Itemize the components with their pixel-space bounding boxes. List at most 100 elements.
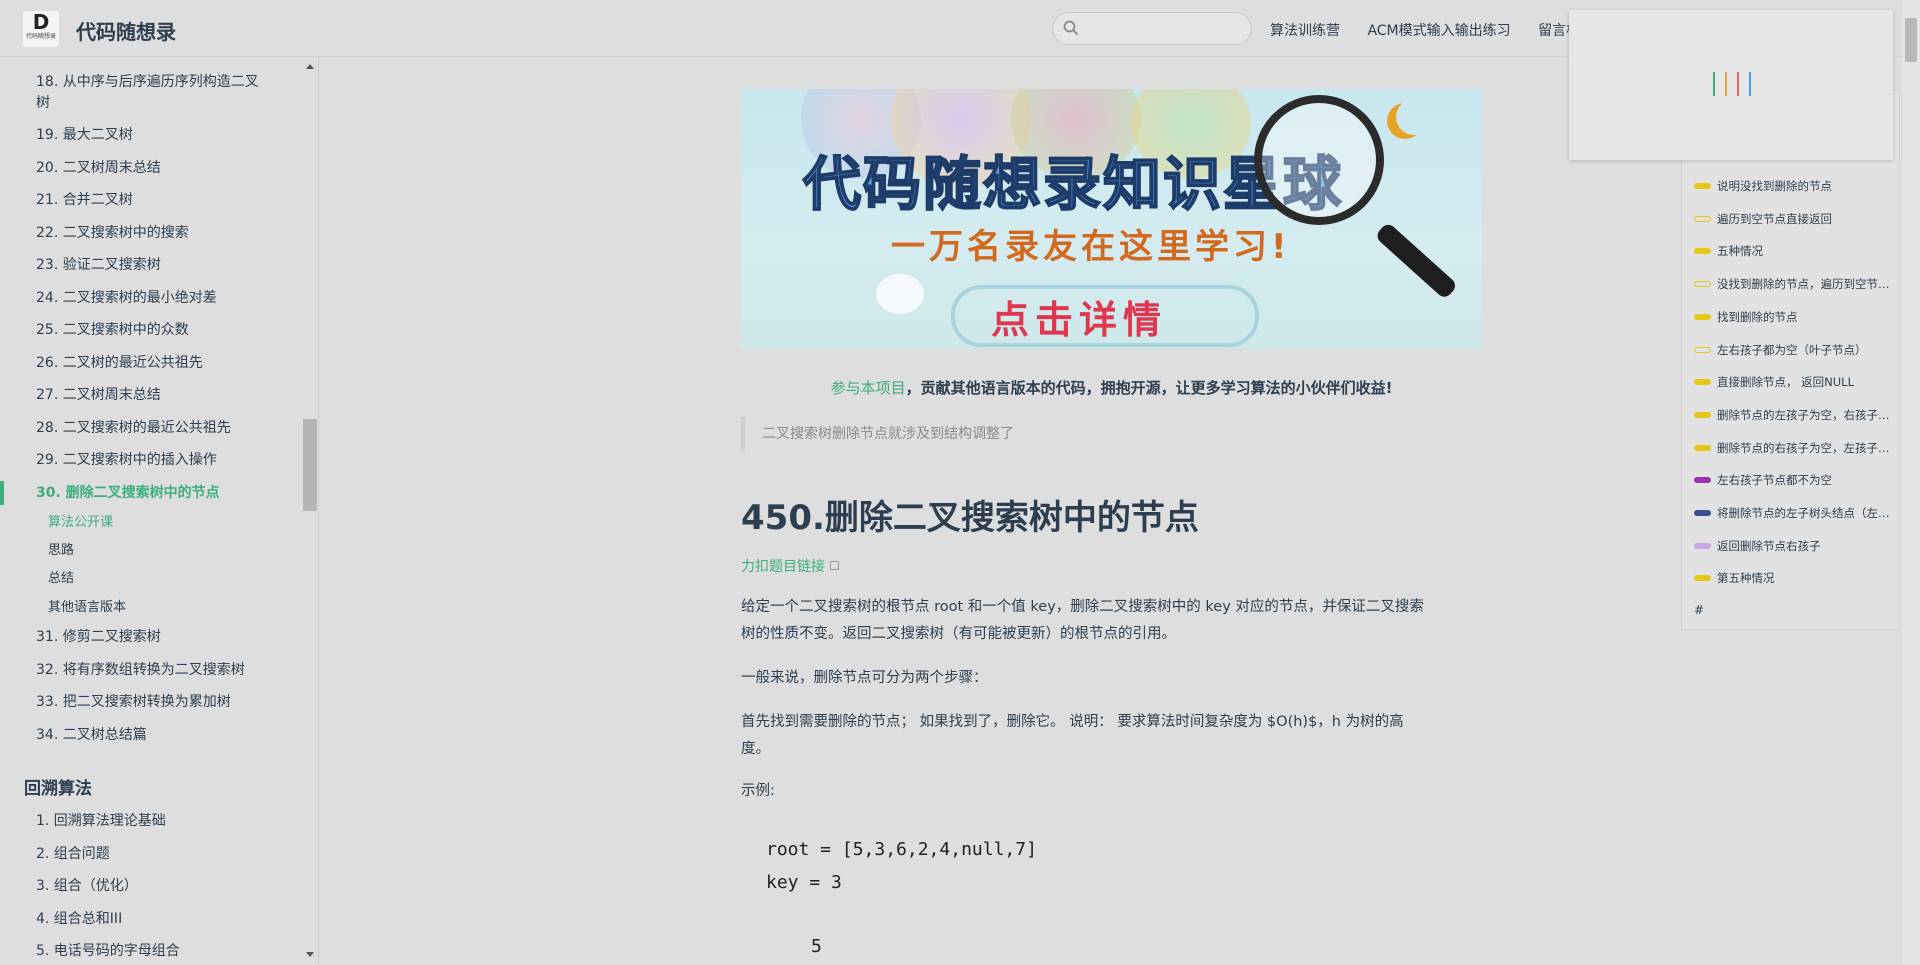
toc-level-marker [1694,542,1711,549]
toc-item[interactable]: 返回删除节点右孩子 [1694,538,1894,554]
toc-item-label: 遍历到空节点直接返回 [1717,211,1832,226]
scroll-down-arrow-icon[interactable] [306,952,314,957]
sidebar-item[interactable]: 24. 二叉搜索树的最小绝对差 [36,288,286,308]
scroll-up-arrow-icon[interactable] [306,64,314,69]
intro-quote: 二叉搜索树删除节点就涉及到结构调整了 [741,417,1482,451]
toc-item-label: 说明没找到删除的节点 [1717,179,1832,193]
toc-level-marker [1694,281,1711,288]
toc-item[interactable]: 五种情况 [1694,243,1894,259]
toc-item[interactable]: 第五种情况 [1694,570,1894,586]
nav-links: 算法训练营 ACM模式输入输出练习 留言板 [1270,20,1603,40]
sidebar-subitem[interactable]: 思路 [48,542,74,560]
toc-item[interactable]: 删除节点的左孩子为空，右孩子不为空 [1694,407,1894,423]
toc-item-label: 第五种情况 [1717,571,1775,586]
cloud-icon [876,274,924,314]
table-of-contents: # 说明没找到删除的节点 遍历到空节点直接返回 五种情况没找到删除的节点，遍历到空节… [1681,90,1900,630]
toc-item-label: 直接删除节点， 返回NULL [1717,375,1854,390]
toc-item[interactable]: 直接删除节点， 返回NULL [1694,374,1894,390]
site-title[interactable]: 代码随想录 [76,16,176,45]
sidebar-item[interactable]: 23. 验证二叉搜索树 [36,255,286,275]
sidebar-active-indicator [0,481,4,505]
toc-item[interactable]: 删除节点的右孩子为空，左孩子不为空 [1694,440,1894,456]
toc-item[interactable]: 将删除节点的左子树头结点（左孩子） [1694,505,1894,521]
loading-bar [1713,72,1715,96]
magnifier-icon [1254,95,1384,225]
sidebar-item[interactable]: 5. 电话号码的字母组合 [36,941,286,961]
toc-level-marker [1694,379,1711,386]
toc-item[interactable]: 左右孩子都为空（叶子节点） [1694,342,1894,358]
logo-letter: D [32,10,50,34]
sidebar-subitem-current[interactable]: 算法公开课 [48,514,113,532]
toc-item-label: 五种情况 [1717,244,1763,259]
sidebar-item[interactable]: 29. 二叉搜索树中的插入操作 [36,450,286,470]
search-input[interactable] [1085,18,1239,40]
toc-item-label: 找到删除的节点 [1717,309,1798,324]
loading-bar [1725,72,1727,96]
contribute-notice: 参与本项目，贡献其他语言版本的代码，拥抱开源，让更多学习算法的小伙伴们收益! [741,377,1482,398]
toc-item[interactable]: 没找到删除的节点，遍历到空节点直接返回 [1694,276,1894,292]
external-link-icon [830,561,839,570]
example-label: 示例: [741,783,775,799]
banner-cta[interactable]: 点击详情 [991,289,1167,344]
toc-level-marker [1694,444,1711,451]
leetcode-link[interactable]: 力扣题目链接 [741,556,839,576]
sidebar-item[interactable]: 4. 组合总和III [36,909,286,929]
sidebar: 18. 从中序与后序遍历序列构造二叉 树 19. 最大二叉树 20. 二叉树周末… [0,57,319,965]
sidebar-item[interactable]: 33. 把二叉搜索树转换为累加树 [36,692,286,712]
sidebar-item[interactable]: 1. 回溯算法理论基础 [36,811,286,831]
site-logo[interactable]: D 代码随想录 [23,11,59,47]
loading-bar [1749,72,1751,96]
toc-level-marker [1694,346,1711,353]
toc-anchor-hash[interactable]: # [1694,603,1704,617]
sidebar-item-active[interactable]: 30. 删除二叉搜索树中的节点 [36,483,286,503]
page-scrollbar-thumb[interactable] [1905,18,1917,62]
nav-link-acm[interactable]: ACM模式输入输出练习 [1367,23,1510,39]
sidebar-scrollbar[interactable] [303,57,318,965]
toc-item-label: 没找到删除的节点，遍历到空节点直接返回 [1717,277,1894,292]
leetcode-link-label[interactable]: 力扣题目链接 [741,559,825,575]
steps-paragraph: 一般来说，删除节点可分为两个步骤： [741,670,988,686]
sidebar-item-wrap[interactable]: 树 [36,93,286,113]
toc-item[interactable]: 找到删除的节点 [1694,309,1894,325]
sidebar-item[interactable]: 21. 合并二叉树 [36,190,286,210]
sidebar-item[interactable]: 26. 二叉树的最近公共祖先 [36,353,286,373]
sidebar-item[interactable]: 28. 二叉搜索树的最近公共祖先 [36,418,286,438]
sidebar-item[interactable]: 32. 将有序数组转换为二叉搜索树 [36,660,286,680]
sidebar-item[interactable]: 31. 修剪二叉搜索树 [36,627,286,647]
sidebar-item[interactable]: 19. 最大二叉树 [36,125,286,145]
sidebar-item[interactable]: 22. 二叉搜索树中的搜索 [36,223,286,243]
search-icon [1063,20,1079,36]
toc-item[interactable]: 左右孩子节点都不为空 [1694,472,1894,488]
sidebar-subitem[interactable]: 其他语言版本 [48,599,126,617]
sidebar-item[interactable]: 34. 二叉树总结篇 [36,725,286,745]
toc-item[interactable]: 遍历到空节点直接返回 [1694,211,1894,227]
toc-level-marker [1694,411,1711,418]
sidebar-scrollbar-thumb[interactable] [303,419,317,511]
code-line: root = [5,3,6,2,4,null,7] [766,839,1037,860]
sidebar-item[interactable]: 2. 组合问题 [36,844,286,864]
toc-item-label: 将删除节点的左子树头结点（左孩子） [1717,506,1894,520]
toc-level-marker [1694,575,1711,582]
contribute-link[interactable]: 参与本项目 [831,379,906,397]
sidebar-group-title[interactable]: 回溯算法 [24,774,92,799]
code-line: key = 3 [766,872,842,893]
sidebar-item[interactable]: 3. 组合（优化） [36,876,286,896]
toc-item-label: 左右孩子都为空（叶子节点） [1717,342,1867,357]
requirements-paragraph-line: 首先找到需要删除的节点； 如果找到了，删除它。 说明： 要求算法时间复杂度为 $… [741,714,1404,730]
sidebar-item[interactable]: 25. 二叉搜索树中的众数 [36,320,286,340]
sidebar-subitem[interactable]: 总结 [48,570,74,588]
sidebar-item[interactable]: 27. 二叉树周末总结 [36,385,286,405]
toc-item[interactable]: 说明没找到删除的节点 [1694,178,1894,194]
toc-item-label: 删除节点的右孩子为空，左孩子不为空 [1717,440,1894,455]
nav-link-training[interactable]: 算法训练营 [1270,23,1340,39]
loading-bar [1737,72,1739,96]
sidebar-item[interactable]: 18. 从中序与后序遍历序列构造二叉 [36,72,286,92]
search-box[interactable] [1052,12,1252,45]
knowledge-planet-banner[interactable]: 代码随想录知识星球 一万名录友在这里学习! 点击详情 [741,89,1482,349]
page-scrollbar[interactable] [1902,0,1920,965]
sidebar-item[interactable]: 20. 二叉树周末总结 [36,158,286,178]
moon-icon [1396,99,1432,135]
toc-level-marker [1694,313,1711,320]
toc-level-marker [1694,183,1711,189]
toc-item-label: 左右孩子节点都不为空 [1717,473,1832,488]
